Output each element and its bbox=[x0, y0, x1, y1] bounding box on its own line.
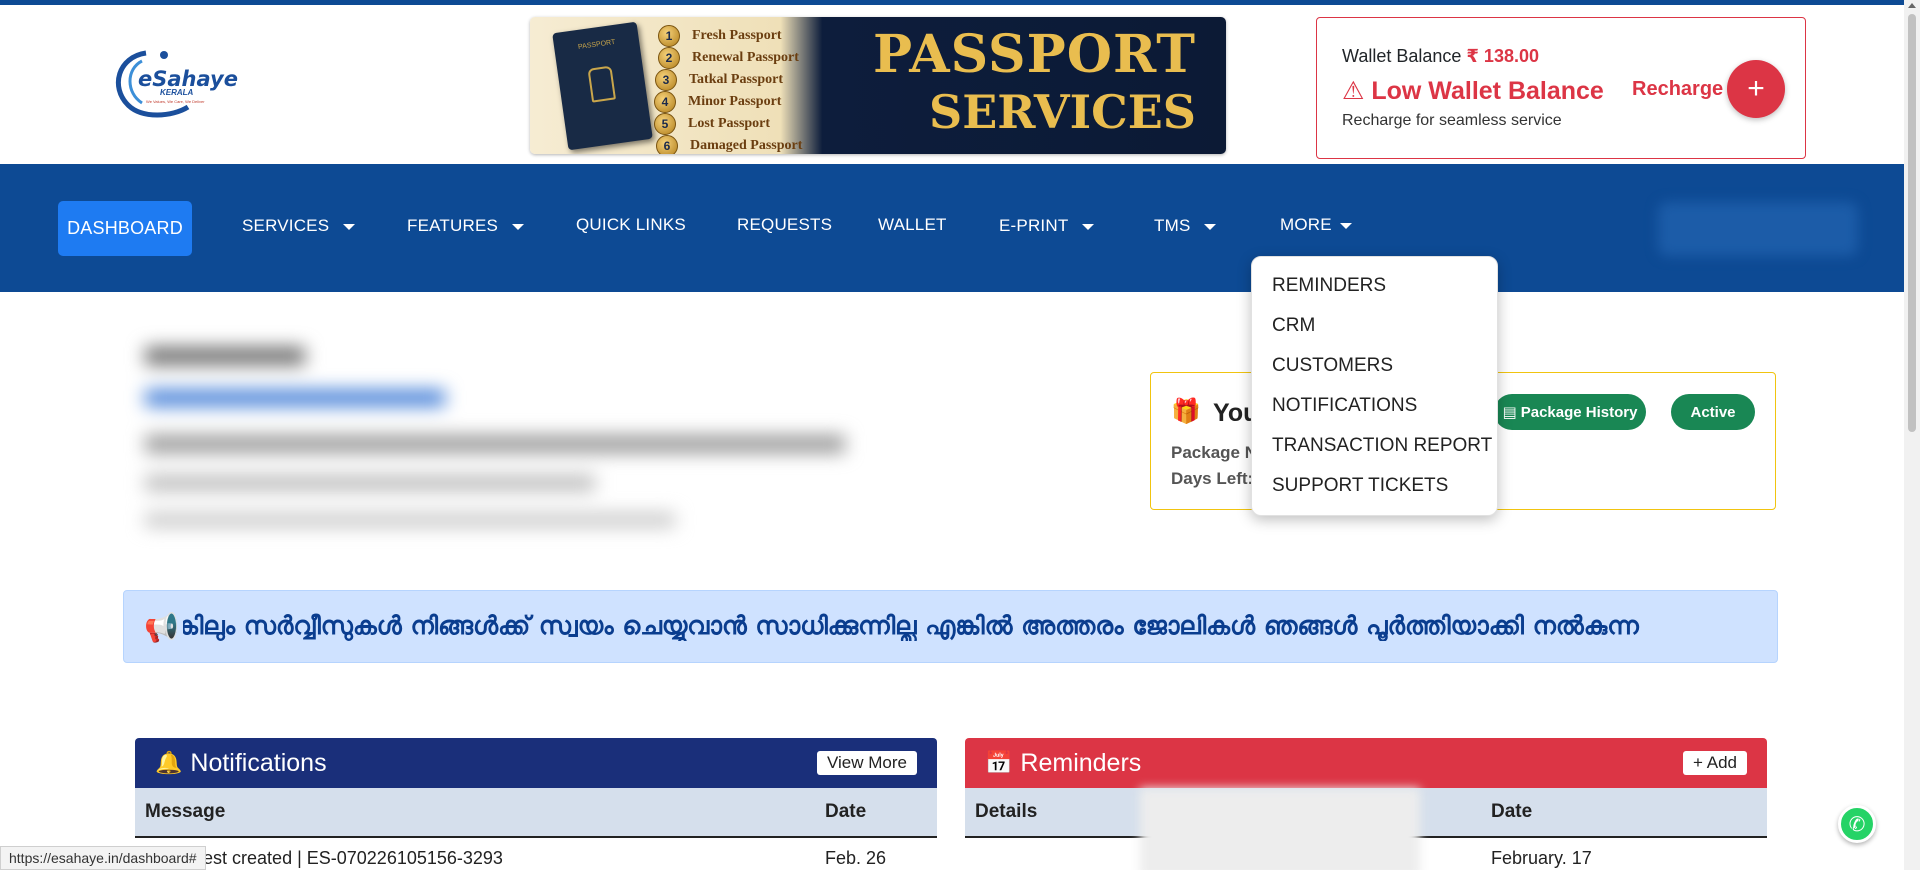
wallet-balance-value: ₹ 138.00 bbox=[1466, 46, 1539, 66]
service-item: 4 Minor Passport bbox=[654, 91, 781, 113]
vertical-scrollbar[interactable] bbox=[1904, 0, 1920, 870]
logo-tagline: We Values, We Care, We Deliver bbox=[146, 99, 205, 104]
menu-item-transaction-report[interactable]: TRANSACTION REPORT bbox=[1272, 435, 1492, 457]
coin-icon: 3 bbox=[655, 69, 677, 91]
recharge-label[interactable]: Recharge bbox=[1632, 78, 1723, 101]
menu-item-notifications[interactable]: NOTIFICATIONS bbox=[1272, 395, 1417, 417]
gift-icon: 🎁 bbox=[1171, 398, 1201, 425]
announcement-marquee: 📢 ങ്കിലും സർവ്വീസുകൾ നിങ്ങൾക്ക് സ്വയം ചെ… bbox=[123, 590, 1778, 663]
reminders-card: 📅 Reminders + Add Details Date February.… bbox=[965, 738, 1767, 870]
menu-item-reminders[interactable]: REMINDERS bbox=[1272, 275, 1386, 297]
menu-item-support-tickets[interactable]: SUPPORT TICKETS bbox=[1272, 475, 1448, 497]
wallet-balance: Wallet Balance ₹ 138.00 bbox=[1342, 46, 1539, 66]
chevron-down-icon bbox=[1204, 223, 1217, 230]
reminders-title: Reminders bbox=[1020, 748, 1142, 777]
table-row[interactable]: February. 17 bbox=[965, 838, 1767, 870]
column-message: Message bbox=[145, 801, 226, 822]
chevron-down-icon bbox=[1339, 222, 1352, 229]
nav-features[interactable]: FEATURES bbox=[407, 216, 525, 236]
nav-quick-links[interactable]: QUICK LINKS bbox=[576, 215, 686, 235]
wallet-card: Wallet Balance ₹ 138.00 ⚠ Low Wallet Bal… bbox=[1316, 17, 1806, 159]
calendar-icon: 📅 bbox=[985, 750, 1013, 775]
service-item: 5 Lost Passport bbox=[654, 113, 770, 135]
notification-message: equest created | ES-070226105156-3293 bbox=[173, 847, 503, 868]
marquee-text: ങ്കിലും സർവ്വീസുകൾ നിങ്ങൾക്ക് സ്വയം ചെയ്… bbox=[174, 611, 1639, 640]
status-bar-url: https://esahaye.in/dashboard# bbox=[0, 846, 206, 870]
notification-date: Feb. 26 bbox=[825, 847, 887, 868]
column-date: Date bbox=[1491, 801, 1533, 822]
coin-icon: 5 bbox=[654, 113, 676, 135]
low-balance-warning: ⚠ Low Wallet Balance bbox=[1342, 77, 1604, 105]
scrollbar-thumb[interactable] bbox=[1908, 14, 1916, 432]
menu-item-customers[interactable]: CUSTOMERS bbox=[1272, 355, 1393, 377]
passport-book-label: PASSPORT bbox=[577, 38, 616, 51]
reminder-date: February. 17 bbox=[1491, 847, 1592, 868]
wallet-hint: Recharge for seamless service bbox=[1342, 112, 1562, 129]
service-item: 3 Tatkal Passport bbox=[655, 69, 783, 91]
scroll-up-icon[interactable] bbox=[1908, 3, 1916, 8]
esahaye-logo[interactable]: eSahaye KERALA We Values, We Care, We De… bbox=[108, 43, 238, 123]
add-reminder-button[interactable]: + Add bbox=[1683, 751, 1747, 775]
notifications-card: 🔔 Notifications View More Message Date e… bbox=[135, 738, 937, 870]
status-badge: Active bbox=[1671, 394, 1755, 430]
view-more-button[interactable]: View More bbox=[817, 751, 917, 775]
nav-more[interactable]: MORE bbox=[1280, 215, 1352, 235]
recharge-button[interactable]: + bbox=[1727, 60, 1785, 118]
bell-icon: 🔔 bbox=[155, 750, 183, 775]
coin-icon: 2 bbox=[658, 47, 680, 69]
service-item: 1 Fresh Passport bbox=[658, 25, 782, 47]
passport-book-icon: PASSPORT bbox=[552, 21, 653, 151]
notifications-header: 🔔 Notifications View More bbox=[135, 738, 937, 788]
passport-services-banner[interactable]: PASSPORT 1 Fresh Passport 2 Renewal Passpo… bbox=[530, 17, 1226, 154]
logo-sub: KERALA bbox=[160, 88, 194, 97]
package-history-button[interactable]: ▤ Package History bbox=[1494, 394, 1646, 430]
chevron-down-icon bbox=[1082, 223, 1095, 230]
notifications-title: Notifications bbox=[190, 748, 327, 777]
coin-icon: 4 bbox=[654, 91, 676, 113]
coin-icon: 6 bbox=[656, 135, 678, 154]
warning-icon: ⚠ bbox=[1342, 77, 1365, 105]
nav-eprint[interactable]: E-PRINT bbox=[999, 216, 1095, 236]
document-icon: ▤ bbox=[1502, 404, 1517, 421]
reminders-header: 📅 Reminders + Add bbox=[965, 738, 1767, 788]
package-name-label: Package N bbox=[1171, 443, 1257, 462]
service-item: 2 Renewal Passport bbox=[658, 47, 799, 69]
user-menu-blurred[interactable] bbox=[1658, 202, 1858, 256]
menu-item-crm[interactable]: CRM bbox=[1272, 315, 1315, 337]
column-details: Details bbox=[975, 801, 1038, 822]
notifications-table-header: Message Date bbox=[135, 788, 937, 838]
coin-icon: 1 bbox=[658, 25, 680, 47]
days-left-label: Days Left: bbox=[1171, 469, 1254, 488]
nav-wallet[interactable]: WALLET bbox=[878, 215, 947, 235]
reminders-table-header: Details Date bbox=[965, 788, 1767, 870]
megaphone-icon: 📢 bbox=[144, 611, 183, 644]
main-nav: DASHBOARD SERVICES FEATURES QUICK LINKS … bbox=[0, 164, 1904, 292]
column-date: Date bbox=[825, 801, 867, 822]
service-item: 6 Damaged Passport bbox=[656, 135, 802, 154]
header: eSahaye KERALA We Values, We Care, We De… bbox=[0, 5, 1920, 164]
nav-tms[interactable]: TMS bbox=[1154, 216, 1217, 236]
blurred-user-info bbox=[140, 335, 860, 540]
banner-title: PASSPORT SERVICES bbox=[872, 24, 1196, 139]
nav-dashboard[interactable]: DASHBOARD bbox=[58, 201, 192, 256]
more-dropdown-menu: REMINDERS CRM CUSTOMERS NOTIFICATIONS TR… bbox=[1251, 256, 1498, 516]
chevron-down-icon bbox=[343, 223, 356, 230]
chevron-down-icon bbox=[512, 223, 525, 230]
whatsapp-icon[interactable]: ✆ bbox=[1838, 805, 1876, 843]
table-row[interactable]: equest created | ES-070226105156-3293 Fe… bbox=[135, 838, 937, 870]
nav-services[interactable]: SERVICES bbox=[242, 216, 356, 236]
nav-requests[interactable]: REQUESTS bbox=[737, 215, 832, 235]
